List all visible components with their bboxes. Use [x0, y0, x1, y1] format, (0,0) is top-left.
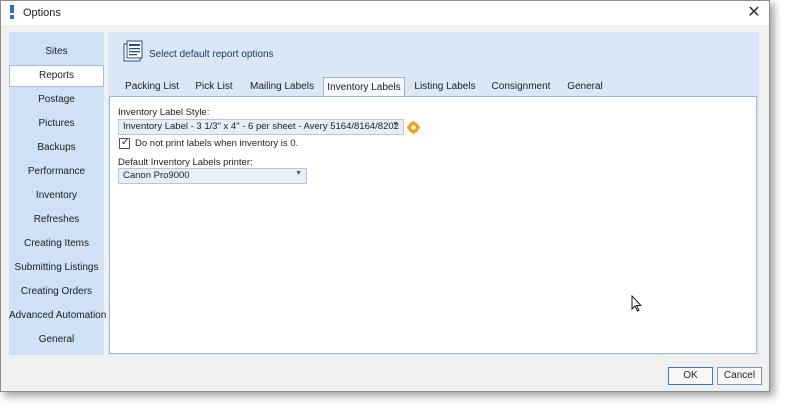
printer-label: Default Inventory Labels printer:: [118, 157, 253, 168]
label-style-dropdown[interactable]: Inventory Label - 3 1/3" x 4" - 6 per sh…: [118, 119, 404, 135]
checkmark-icon: ✓: [121, 137, 130, 148]
sidebar: Sites Reports Postage Pictures Backups P…: [9, 32, 106, 355]
window-title: Options: [23, 7, 61, 19]
close-icon[interactable]: ✕: [739, 1, 769, 25]
report-document-icon: [123, 40, 143, 62]
sidebar-item-refreshes[interactable]: Refreshes: [9, 209, 104, 231]
sidebar-item-postage[interactable]: Postage: [9, 89, 104, 111]
sidebar-item-reports[interactable]: Reports: [9, 65, 104, 87]
report-tabs: Packing List Pick List Mailing Labels In…: [108, 77, 759, 98]
chevron-down-icon: ▼: [295, 170, 302, 177]
skip-zero-inventory-label: Do not print labels when inventory is 0.: [135, 138, 299, 149]
printer-value: Canon Pro9000: [123, 170, 190, 181]
cancel-button[interactable]: Cancel: [717, 367, 762, 385]
sidebar-item-creating-orders[interactable]: Creating Orders: [9, 281, 104, 303]
options-dialog: Options ✕ Sites Reports Postage Pictures…: [0, 0, 770, 392]
sidebar-item-advanced-automation[interactable]: Advanced Automation: [9, 305, 106, 327]
sidebar-item-performance[interactable]: Performance: [9, 161, 104, 183]
app-icon: [10, 5, 14, 19]
skip-zero-inventory-checkbox[interactable]: ✓: [119, 137, 130, 149]
tab-general[interactable]: General: [560, 77, 610, 97]
sidebar-item-general[interactable]: General: [9, 329, 104, 351]
tab-inventory-labels[interactable]: Inventory Labels: [323, 77, 405, 98]
sidebar-item-sites[interactable]: Sites: [9, 41, 104, 63]
chevron-down-icon: ▼: [392, 121, 399, 128]
reports-panel: Select default report options Packing Li…: [108, 32, 759, 355]
panel-header-text: Select default report options: [149, 49, 274, 60]
tab-packing-list[interactable]: Packing List: [120, 77, 184, 97]
ok-button[interactable]: OK: [668, 367, 713, 385]
title-bar: Options ✕: [1, 1, 769, 25]
label-style-label: Inventory Label Style:: [118, 107, 210, 118]
sidebar-item-pictures[interactable]: Pictures: [9, 113, 104, 135]
sidebar-item-backups[interactable]: Backups: [9, 137, 104, 159]
sidebar-item-inventory[interactable]: Inventory: [9, 185, 104, 207]
gear-icon[interactable]: [407, 121, 420, 134]
tab-listing-labels[interactable]: Listing Labels: [408, 77, 482, 97]
tab-consignment[interactable]: Consignment: [484, 77, 558, 97]
sidebar-item-submitting-listings[interactable]: Submitting Listings: [9, 257, 104, 279]
label-style-value: Inventory Label - 3 1/3" x 4" - 6 per sh…: [123, 121, 399, 132]
tab-mailing-labels[interactable]: Mailing Labels: [243, 77, 321, 97]
mouse-cursor-icon: [631, 295, 642, 312]
inventory-labels-content: Inventory Label Style: Inventory Label -…: [109, 96, 757, 354]
tab-pick-list[interactable]: Pick List: [186, 77, 242, 97]
printer-dropdown[interactable]: Canon Pro9000 ▼: [118, 168, 307, 184]
sidebar-item-creating-items[interactable]: Creating Items: [9, 233, 104, 255]
